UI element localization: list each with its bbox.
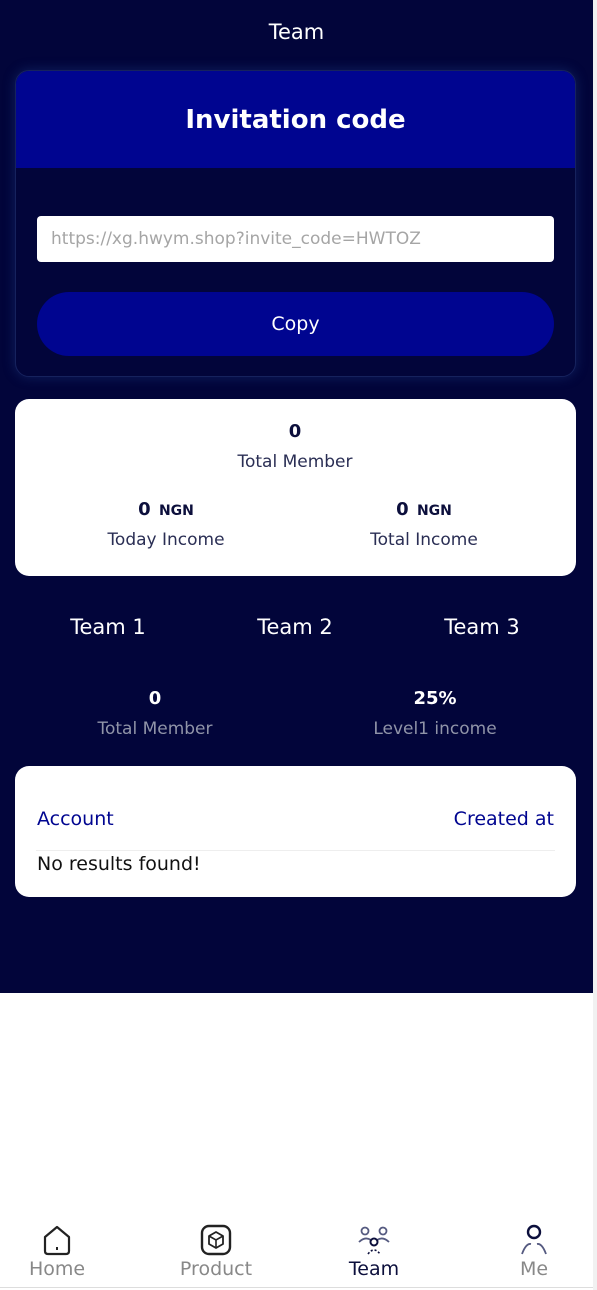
- invitation-card: Invitation code Copy: [15, 70, 576, 377]
- scrollbar-track: [593, 0, 597, 1290]
- tab-home[interactable]: Home: [0, 1216, 122, 1288]
- empty-results-message: No results found!: [37, 853, 201, 875]
- tab-me-label: Me: [519, 1258, 549, 1280]
- home-icon: [43, 1225, 71, 1256]
- team-income-rate-value: 25%: [413, 688, 457, 709]
- today-income-label: Today Income: [107, 530, 225, 550]
- team-total-member-value: 0: [148, 688, 162, 709]
- invite-link-field[interactable]: [37, 216, 554, 262]
- column-account: Account: [37, 808, 114, 830]
- team-stats-card: 0 Total Member 0 NGN Today Income 0 NGN …: [15, 399, 576, 576]
- tab-me[interactable]: Me: [469, 1216, 597, 1288]
- total-member-value: 0: [288, 421, 302, 442]
- tab-team-2[interactable]: Team 2: [215, 615, 375, 639]
- total-income-stat: 0 NGN Total Income: [324, 499, 524, 550]
- tab-team-label: Team: [348, 1258, 400, 1280]
- column-created-at: Created at: [453, 808, 554, 830]
- tab-team-3[interactable]: Team 3: [402, 615, 562, 639]
- bottom-tab-bar: Home Product Team Me: [0, 1216, 593, 1290]
- tab-product-label: Product: [179, 1258, 253, 1280]
- total-member-stat: 0 Total Member: [195, 421, 395, 472]
- table-divider: [36, 850, 555, 851]
- product-box-icon: [200, 1224, 232, 1256]
- today-income-stat: 0 NGN Today Income: [66, 499, 266, 550]
- team-income-rate-label: Level1 income: [373, 719, 497, 739]
- team-icon: [358, 1226, 390, 1255]
- total-income-value: 0: [396, 499, 409, 520]
- invitation-header: Invitation code: [16, 71, 575, 168]
- today-income-amount: 0 NGN: [66, 499, 266, 520]
- team-total-member-label: Total Member: [97, 719, 213, 739]
- members-table: Account Created at No results found!: [15, 766, 576, 897]
- tab-product[interactable]: Product: [151, 1216, 281, 1288]
- tab-home-label: Home: [28, 1258, 86, 1280]
- page-title: Team: [268, 20, 325, 44]
- tab-team[interactable]: Team: [309, 1216, 439, 1288]
- team-total-member-stat: 0 Total Member: [35, 688, 275, 739]
- copy-button[interactable]: Copy: [37, 292, 554, 356]
- invitation-title: Invitation code: [185, 104, 406, 135]
- team-income-rate-stat: 25% Level1 income: [315, 688, 555, 739]
- today-income-currency: NGN: [158, 503, 194, 519]
- tab-team-1[interactable]: Team 1: [28, 615, 188, 639]
- user-icon: [521, 1224, 547, 1255]
- total-income-label: Total Income: [370, 530, 478, 550]
- tabbar-divider: [0, 1287, 593, 1288]
- total-income-currency: NGN: [416, 503, 452, 519]
- team-level-tabs: Team 1 Team 2 Team 3: [0, 615, 593, 649]
- total-income-amount: 0 NGN: [324, 499, 524, 520]
- total-member-label: Total Member: [237, 452, 353, 472]
- today-income-value: 0: [138, 499, 151, 520]
